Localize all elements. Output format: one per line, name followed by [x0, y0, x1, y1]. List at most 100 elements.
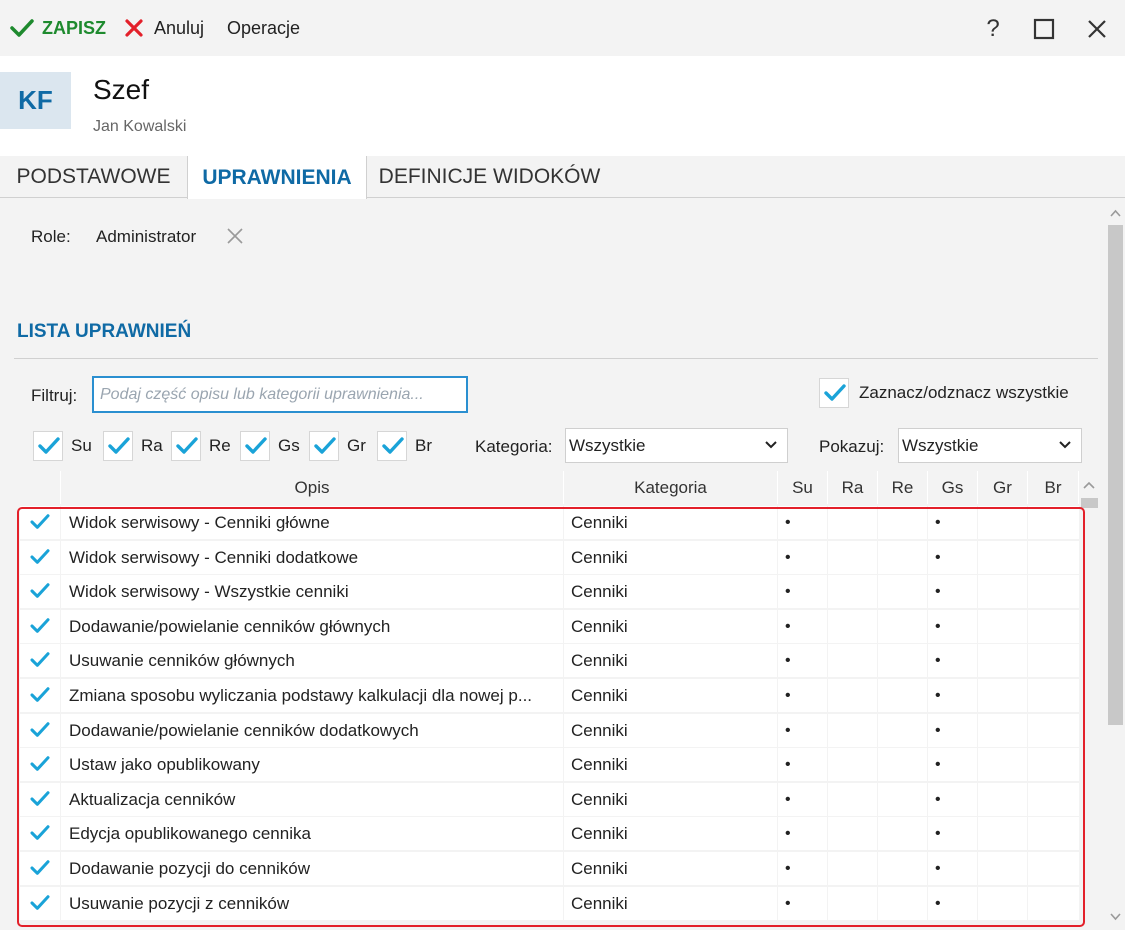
- table-scroll-up[interactable]: [1082, 477, 1096, 495]
- cell-flag-ra[interactable]: [828, 714, 877, 747]
- cell-flag-gr[interactable]: [978, 748, 1027, 781]
- cell-flag-re[interactable]: [878, 852, 927, 885]
- flag-gs[interactable]: Gs: [240, 431, 300, 461]
- cell-flag-gs[interactable]: •: [928, 506, 977, 539]
- cell-flag-br[interactable]: [1028, 644, 1079, 677]
- flag-br-checkbox[interactable]: [377, 431, 407, 461]
- cell-flag-re[interactable]: [878, 783, 927, 816]
- maximize-button[interactable]: [1029, 14, 1059, 44]
- cell-flag-gr[interactable]: [978, 714, 1027, 747]
- cell-flag-br[interactable]: [1028, 783, 1079, 816]
- row-checkbox[interactable]: [28, 822, 52, 846]
- cell-flag-ra[interactable]: [828, 541, 877, 574]
- flag-gs-checkbox[interactable]: [240, 431, 270, 461]
- table-row[interactable]: Widok serwisowy - Wszystkie cenniki Cenni…: [20, 575, 1079, 608]
- cell-flag-gs[interactable]: •: [928, 541, 977, 574]
- cell-flag-re[interactable]: [878, 714, 927, 747]
- scroll-up-button[interactable]: [1109, 205, 1122, 223]
- table-row[interactable]: Aktualizacja cenników Cenniki • •: [20, 783, 1079, 816]
- column-header-check[interactable]: [20, 471, 61, 504]
- cell-flag-re[interactable]: [878, 610, 927, 643]
- cancel-button[interactable]: Anuluj: [124, 16, 204, 40]
- cell-flag-br[interactable]: [1028, 506, 1079, 539]
- table-row[interactable]: Widok serwisowy - Cenniki główne Cenniki •…: [20, 506, 1079, 539]
- tab-podstawowe[interactable]: PODSTAWOWE: [0, 156, 187, 198]
- column-header-gs[interactable]: Gs: [928, 471, 978, 504]
- flag-gr[interactable]: Gr: [309, 431, 366, 461]
- select-all-toggle[interactable]: Zaznacz/odznacz wszystkie: [819, 378, 1069, 408]
- row-checkbox[interactable]: [28, 546, 52, 570]
- cell-flag-br[interactable]: [1028, 575, 1079, 608]
- table-row[interactable]: Widok serwisowy - Cenniki dodatkowe Cenni…: [20, 541, 1079, 574]
- flag-su[interactable]: Su: [33, 431, 92, 461]
- select-all-checkbox[interactable]: [819, 378, 849, 408]
- cell-flag-gs[interactable]: •: [928, 610, 977, 643]
- cell-flag-br[interactable]: [1028, 610, 1079, 643]
- close-window-button[interactable]: [1082, 14, 1112, 44]
- cell-flag-gs[interactable]: •: [928, 748, 977, 781]
- save-button[interactable]: ZAPISZ: [10, 16, 106, 40]
- cell-flag-gs[interactable]: •: [928, 852, 977, 885]
- category-select[interactable]: Wszystkie: [565, 428, 788, 463]
- cell-flag-ra[interactable]: [828, 852, 877, 885]
- table-row[interactable]: Dodawanie/powielanie cenników dodatkowyc…: [20, 714, 1079, 747]
- row-checkbox[interactable]: [28, 857, 52, 881]
- cell-flag-gs[interactable]: •: [928, 817, 977, 850]
- row-checkbox[interactable]: [28, 684, 52, 708]
- cell-flag-su[interactable]: •: [778, 887, 827, 920]
- cell-flag-gs[interactable]: •: [928, 575, 977, 608]
- cell-flag-re[interactable]: [878, 541, 927, 574]
- row-checkbox[interactable]: [28, 580, 52, 604]
- cell-flag-su[interactable]: •: [778, 852, 827, 885]
- cell-flag-su[interactable]: •: [778, 575, 827, 608]
- table-row[interactable]: Edycja opublikowanego cennika Cenniki • •: [20, 817, 1079, 850]
- flag-ra-checkbox[interactable]: [103, 431, 133, 461]
- cell-flag-re[interactable]: [878, 748, 927, 781]
- row-checkbox[interactable]: [28, 649, 52, 673]
- help-button[interactable]: ?: [978, 14, 1008, 44]
- cell-flag-br[interactable]: [1028, 679, 1079, 712]
- cell-flag-gr[interactable]: [978, 610, 1027, 643]
- cell-flag-gr[interactable]: [978, 817, 1027, 850]
- cell-flag-br[interactable]: [1028, 817, 1079, 850]
- cell-flag-gr[interactable]: [978, 887, 1027, 920]
- cell-flag-gs[interactable]: •: [928, 887, 977, 920]
- flag-br[interactable]: Br: [377, 431, 432, 461]
- cell-flag-su[interactable]: •: [778, 714, 827, 747]
- row-checkbox[interactable]: [28, 892, 52, 916]
- cell-flag-gr[interactable]: [978, 644, 1027, 677]
- cell-flag-re[interactable]: [878, 817, 927, 850]
- cell-flag-ra[interactable]: [828, 748, 877, 781]
- table-row[interactable]: Usuwanie cenników głównych Cenniki • •: [20, 644, 1079, 677]
- column-header-su[interactable]: Su: [778, 471, 828, 504]
- operations-menu[interactable]: Operacje: [227, 16, 300, 40]
- column-header-re[interactable]: Re: [878, 471, 928, 504]
- row-checkbox[interactable]: [28, 719, 52, 743]
- cell-flag-br[interactable]: [1028, 541, 1079, 574]
- table-row[interactable]: Ustaw jako opublikowany Cenniki • •: [20, 748, 1079, 781]
- row-checkbox[interactable]: [28, 788, 52, 812]
- cell-flag-su[interactable]: •: [778, 748, 827, 781]
- table-row[interactable]: Zmiana sposobu wyliczania podstawy kalku…: [20, 679, 1079, 712]
- cell-flag-re[interactable]: [878, 679, 927, 712]
- table-row[interactable]: Usuwanie pozycji z cenników Cenniki • •: [20, 887, 1079, 920]
- cell-flag-su[interactable]: •: [778, 783, 827, 816]
- table-row[interactable]: Dodawanie/powielanie cenników głównych Ce…: [20, 610, 1079, 643]
- table-row[interactable]: Dodawanie pozycji do cenników Cenniki • •: [20, 852, 1079, 885]
- cell-flag-br[interactable]: [1028, 852, 1079, 885]
- flag-su-checkbox[interactable]: [33, 431, 63, 461]
- cell-flag-su[interactable]: •: [778, 506, 827, 539]
- row-checkbox[interactable]: [28, 511, 52, 535]
- tab-definicje-widokow[interactable]: DEFINICJE WIDOKÓW: [367, 156, 612, 198]
- cell-flag-br[interactable]: [1028, 714, 1079, 747]
- row-checkbox[interactable]: [28, 753, 52, 777]
- cell-flag-su[interactable]: •: [778, 679, 827, 712]
- show-select[interactable]: Wszystkie: [898, 428, 1082, 463]
- cell-flag-re[interactable]: [878, 506, 927, 539]
- cell-flag-gs[interactable]: •: [928, 714, 977, 747]
- vertical-scrollbar[interactable]: [1105, 199, 1125, 930]
- cell-flag-ra[interactable]: [828, 679, 877, 712]
- cell-flag-su[interactable]: •: [778, 644, 827, 677]
- cell-flag-ra[interactable]: [828, 817, 877, 850]
- cell-flag-gs[interactable]: •: [928, 783, 977, 816]
